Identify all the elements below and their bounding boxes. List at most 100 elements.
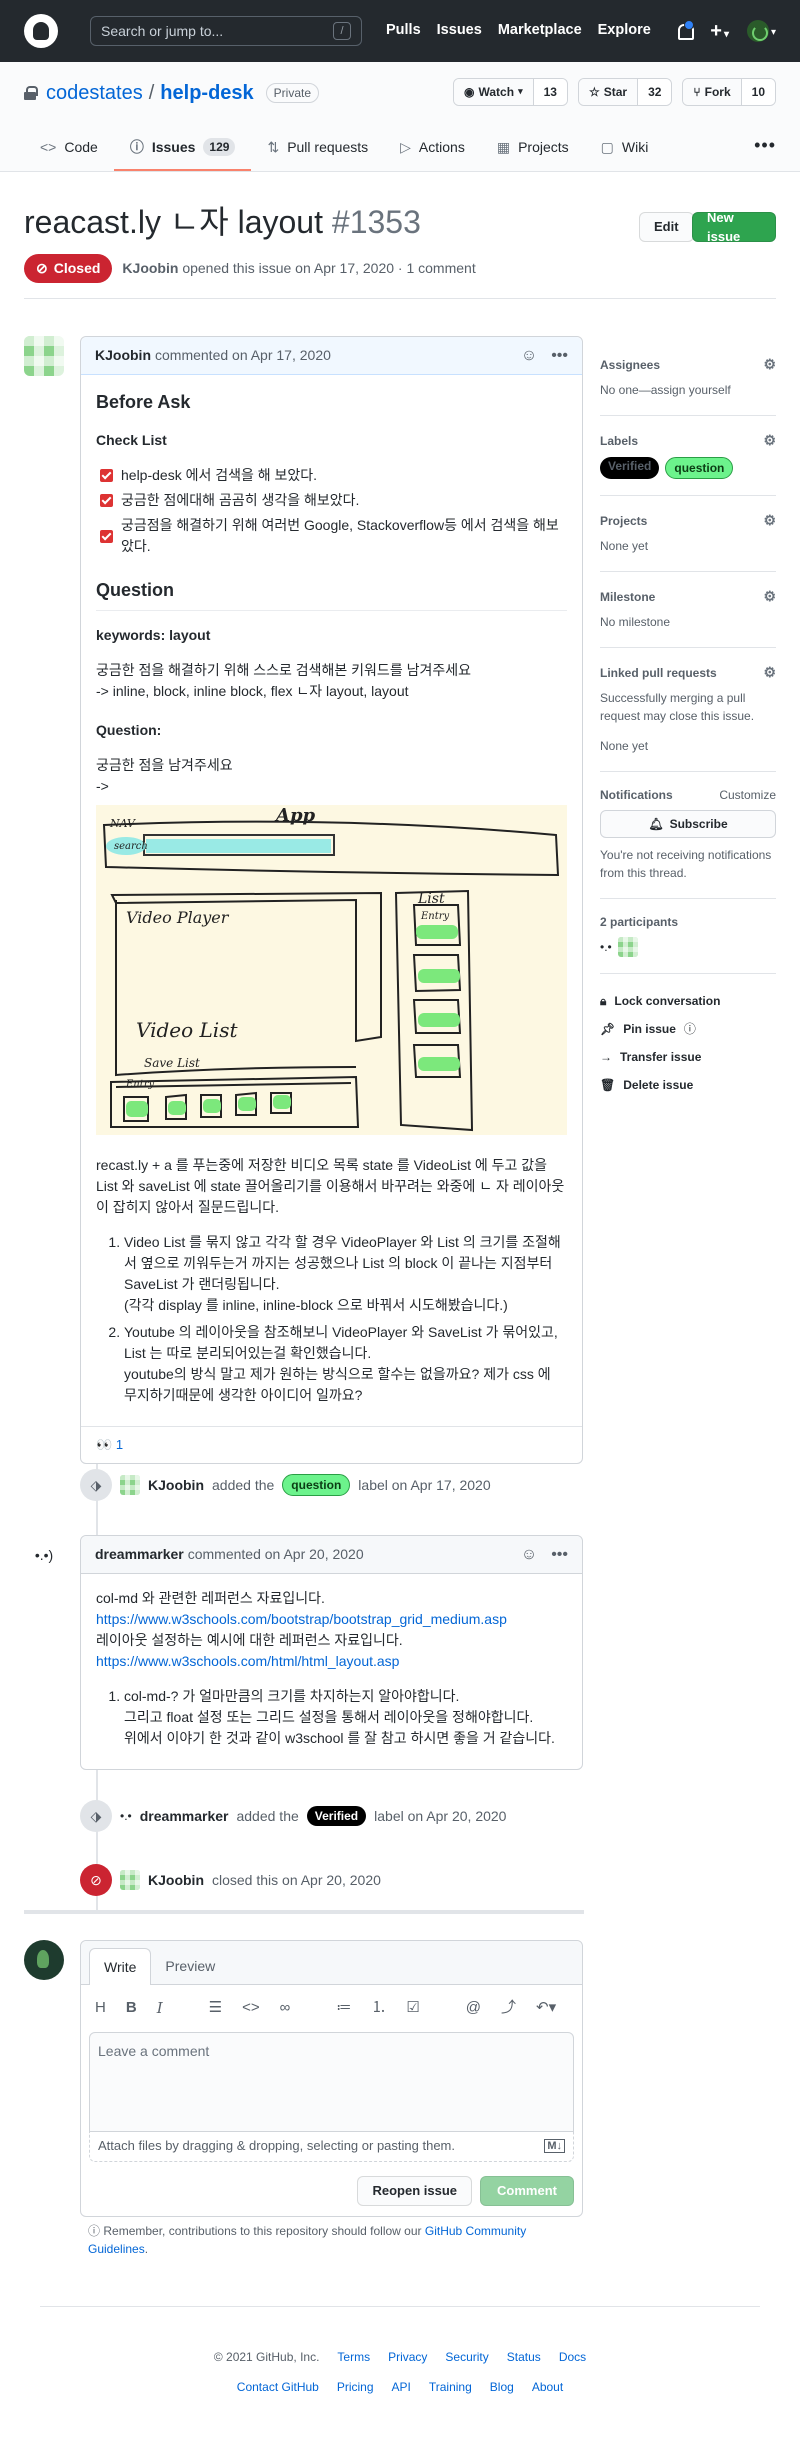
customize-link[interactable]: Customize: [719, 786, 776, 804]
event-actor[interactable]: dreammarker: [140, 1806, 229, 1827]
reopen-issue-button[interactable]: Reopen issue: [357, 2175, 472, 2206]
footer-link-privacy[interactable]: Privacy: [388, 2348, 427, 2366]
tab-write[interactable]: Write: [89, 1948, 152, 1985]
repo-owner-link[interactable]: codestates: [46, 78, 143, 108]
star-button[interactable]: ☆ Star 32: [577, 78, 673, 106]
footer-link-about[interactable]: About: [532, 2378, 563, 2396]
reaction-button[interactable]: 👀 1: [96, 1435, 123, 1455]
checkbox-checked-icon[interactable]: [100, 469, 113, 482]
nav-issues[interactable]: Issues: [437, 20, 482, 42]
assign-yourself-link[interactable]: No one—assign yourself: [600, 381, 776, 399]
reference-link[interactable]: https://www.w3schools.com/html/html_layo…: [96, 1653, 399, 1669]
task-list-icon[interactable]: ☑: [406, 1997, 419, 2020]
ordered-list-icon[interactable]: ⒈: [371, 1997, 386, 2020]
footer-link-training[interactable]: Training: [429, 2378, 472, 2396]
github-logo-icon[interactable]: [24, 14, 58, 48]
footer-link-docs[interactable]: Docs: [559, 2348, 586, 2366]
footer-link-api[interactable]: API: [392, 2378, 411, 2396]
tab-code[interactable]: <> Code: [24, 125, 114, 171]
user-menu[interactable]: ▾: [746, 20, 776, 43]
markdown-icon[interactable]: M↓: [544, 2139, 565, 2153]
label-question-badge[interactable]: question: [282, 1474, 351, 1496]
footer-link-security[interactable]: Security: [445, 2348, 488, 2366]
label-question-badge[interactable]: question: [665, 457, 734, 479]
tab-projects[interactable]: ▦ Projects: [481, 125, 585, 171]
transfer-issue-link[interactable]: → Transfer issue: [600, 1048, 776, 1066]
smiley-icon[interactable]: ☺: [521, 344, 537, 368]
fork-count[interactable]: 10: [741, 79, 775, 105]
gear-icon[interactable]: ⚙: [763, 430, 776, 451]
footer-link-status[interactable]: Status: [507, 2348, 541, 2366]
kebab-menu-icon[interactable]: •••: [551, 1543, 568, 1567]
nav-marketplace[interactable]: Marketplace: [498, 20, 582, 42]
section-heading[interactable]: Projects: [600, 512, 647, 530]
smiley-icon[interactable]: ☺: [521, 1543, 537, 1567]
notification-bell-icon[interactable]: [676, 20, 695, 40]
link-icon[interactable]: ∞: [280, 1997, 291, 2020]
footer-link-contact[interactable]: Contact GitHub: [237, 2378, 319, 2396]
delete-issue-link[interactable]: 🗑︎ Delete issue: [600, 1076, 776, 1094]
attach-files-area[interactable]: Attach files by dragging & dropping, sel…: [89, 2131, 574, 2162]
comment-textarea[interactable]: Leave a comment: [89, 2031, 574, 2132]
avatar[interactable]: [24, 336, 64, 376]
italic-icon[interactable]: I: [157, 1997, 163, 2020]
avatar[interactable]: •.•: [120, 1807, 132, 1825]
watch-count[interactable]: 13: [533, 79, 567, 105]
more-options-icon[interactable]: •••: [754, 132, 776, 159]
comment-timestamp[interactable]: commented on Apr 20, 2020: [188, 1544, 364, 1565]
repo-name-link[interactable]: help-desk: [160, 78, 253, 108]
search-input[interactable]: Search or jump to... /: [90, 16, 362, 46]
comment-author[interactable]: KJoobin: [95, 345, 151, 366]
bold-icon[interactable]: B: [126, 1997, 137, 2020]
create-new-menu[interactable]: + ▾: [710, 16, 729, 46]
cross-reference-icon[interactable]: ⤴: [501, 1997, 516, 2020]
participant-avatar[interactable]: •.•: [600, 938, 612, 956]
nav-explore[interactable]: Explore: [598, 20, 651, 42]
participant-avatar[interactable]: [617, 937, 638, 957]
section-heading[interactable]: Labels: [600, 432, 638, 450]
star-count[interactable]: 32: [638, 79, 672, 105]
avatar[interactable]: •.•): [24, 1535, 64, 1575]
footer-link-pricing[interactable]: Pricing: [337, 2378, 374, 2396]
edit-button[interactable]: Edit: [639, 212, 694, 242]
tab-wiki[interactable]: ▢ Wiki: [585, 125, 665, 171]
comment-button[interactable]: Comment: [480, 2175, 574, 2206]
reply-icon[interactable]: ↶▾: [536, 1997, 556, 2020]
comment-timestamp[interactable]: commented on Apr 17, 2020: [155, 345, 331, 366]
tab-issues[interactable]: ⓘ Issues 129: [113, 125, 252, 171]
tab-actions[interactable]: ▷ Actions: [384, 125, 481, 171]
quote-icon[interactable]: ☰: [209, 1997, 222, 2020]
current-user-avatar[interactable]: [24, 1940, 64, 1980]
author-link[interactable]: KJoobin: [122, 260, 178, 276]
footer-link-terms[interactable]: Terms: [337, 2348, 370, 2366]
fork-button[interactable]: ⑂ Fork 10: [682, 78, 776, 106]
section-heading[interactable]: Assignees: [600, 356, 660, 374]
label-verified-badge[interactable]: Verified: [600, 457, 660, 479]
event-actor[interactable]: KJoobin: [148, 1475, 204, 1496]
gear-icon[interactable]: ⚙: [763, 510, 776, 531]
tab-preview[interactable]: Preview: [151, 1948, 229, 1984]
unordered-list-icon[interactable]: ≔: [336, 1997, 351, 2020]
watch-button[interactable]: ◉ Watch ▾ 13: [453, 78, 568, 106]
event-actor[interactable]: KJoobin: [148, 1870, 204, 1891]
pin-issue-link[interactable]: 📌︎ Pin issue ⓘ: [600, 1020, 776, 1038]
subscribe-button[interactable]: 🔔︎ Subscribe: [600, 810, 776, 838]
code-icon[interactable]: <>: [242, 1997, 260, 2020]
reference-link[interactable]: https://www.w3schools.com/bootstrap/boot…: [96, 1611, 507, 1627]
kebab-menu-icon[interactable]: •••: [551, 344, 568, 368]
nav-pulls[interactable]: Pulls: [386, 20, 421, 42]
heading-icon[interactable]: H: [95, 1997, 106, 2020]
avatar[interactable]: [120, 1870, 140, 1890]
gear-icon[interactable]: ⚙: [763, 354, 776, 375]
checkbox-checked-icon[interactable]: [100, 494, 113, 507]
lock-conversation-link[interactable]: 🔒︎ Lock conversation: [600, 992, 776, 1010]
tab-pull-requests[interactable]: ⇅ Pull requests: [251, 125, 384, 171]
avatar[interactable]: [120, 1475, 140, 1495]
gear-icon[interactable]: ⚙: [763, 586, 776, 607]
layout-sketch-image[interactable]: NAV search App Video Player List Entry V…: [96, 805, 567, 1135]
comment-author[interactable]: dreammarker: [95, 1544, 184, 1565]
label-verified-badge[interactable]: Verified: [306, 1806, 367, 1826]
footer-link-blog[interactable]: Blog: [490, 2378, 514, 2396]
section-heading[interactable]: Linked pull requests: [600, 664, 717, 682]
checkbox-checked-icon[interactable]: [100, 529, 113, 543]
